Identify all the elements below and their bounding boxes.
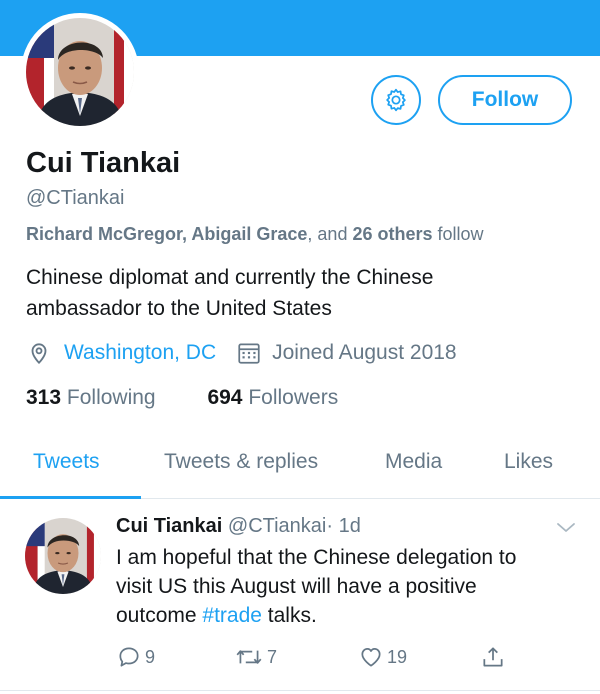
- tweet-line: outcome #trade talks.: [116, 601, 586, 630]
- share-icon: [483, 647, 503, 667]
- profile-joined-date: Joined August 2018: [272, 341, 457, 364]
- followers-label: Followers: [248, 386, 339, 409]
- tweet-divider: [0, 690, 600, 691]
- hashtag-link[interactable]: #trade: [202, 604, 262, 627]
- location-pin-icon: [31, 343, 47, 365]
- tweet-actions: 9 7 19: [116, 644, 556, 676]
- profile-handle: @CTiankai: [26, 187, 125, 209]
- following-count: 313: [26, 386, 62, 409]
- tab-likes[interactable]: Likes: [504, 450, 553, 474]
- followed-by-others[interactable]: 26 others: [352, 224, 432, 244]
- tweet-text: I am hopeful that the Chinese delegation…: [116, 543, 586, 630]
- retweet-icon: [236, 650, 262, 664]
- avatar-image: [25, 518, 101, 594]
- profile-tabs: Tweets Tweets & replies Media Likes: [0, 436, 600, 499]
- followed-by-suffix: follow: [432, 224, 484, 244]
- tweet-line: visit US this August will have a positiv…: [116, 575, 477, 598]
- tweet-separator: ·: [326, 515, 334, 537]
- chevron-down-icon[interactable]: [555, 520, 577, 536]
- active-tab-indicator: [0, 496, 141, 499]
- bio-line: ambassador to the United States: [26, 297, 332, 320]
- tweet-author-name[interactable]: Cui Tiankai: [116, 515, 222, 537]
- followed-by-and: , and: [307, 224, 353, 244]
- retweet-button[interactable]: 7: [234, 644, 277, 670]
- share-button[interactable]: [480, 644, 506, 670]
- tweet-line: I am hopeful that the Chinese delegation…: [116, 546, 517, 569]
- like-count: 19: [387, 646, 408, 667]
- following-label: Following: [66, 386, 156, 409]
- tweet-avatar[interactable]: [25, 518, 101, 594]
- profile-bio: Chinese diplomat and currently the Chine…: [26, 262, 546, 324]
- bio-line: Chinese diplomat and currently the Chine…: [26, 266, 434, 289]
- tweet-author-handle[interactable]: @CTiankai: [228, 515, 326, 537]
- profile-meta: Washington, DC Joined August 2018: [26, 340, 457, 366]
- profile-avatar[interactable]: [21, 13, 139, 131]
- profile-location[interactable]: Washington, DC: [64, 341, 216, 365]
- settings-button[interactable]: [371, 75, 421, 125]
- profile-name: Cui Tiankai: [26, 147, 181, 179]
- tweet-header: Cui Tiankai @CTiankai· 1d: [116, 515, 361, 538]
- follow-button[interactable]: Follow: [438, 75, 572, 125]
- gear-icon: [386, 88, 406, 112]
- reply-icon: [119, 647, 139, 667]
- follow-counts: 313 Following 694 Followers: [26, 386, 338, 410]
- followed-by-summary[interactable]: Richard McGregor, Abigail Grace, and 26 …: [26, 224, 484, 245]
- tweet-time[interactable]: 1d: [339, 515, 361, 537]
- following-link[interactable]: 313 Following: [26, 386, 156, 409]
- calendar-icon: [238, 343, 260, 364]
- avatar-image: [26, 18, 134, 126]
- tab-tweets[interactable]: Tweets: [33, 450, 100, 474]
- tab-media[interactable]: Media: [385, 450, 442, 474]
- retweet-count: 7: [267, 646, 278, 667]
- like-icon: [361, 648, 381, 667]
- tab-tweets-and-replies[interactable]: Tweets & replies: [164, 450, 318, 474]
- tweet-line-pre: outcome: [116, 604, 203, 627]
- like-button[interactable]: 19: [358, 644, 407, 670]
- followed-by-names[interactable]: Richard McGregor, Abigail Grace: [26, 224, 307, 244]
- reply-button[interactable]: 9: [116, 644, 155, 670]
- followers-count: 694: [207, 386, 243, 409]
- reply-count: 9: [145, 646, 156, 667]
- tweet-line-post: talks.: [261, 604, 317, 627]
- followers-link[interactable]: 694 Followers: [207, 386, 338, 409]
